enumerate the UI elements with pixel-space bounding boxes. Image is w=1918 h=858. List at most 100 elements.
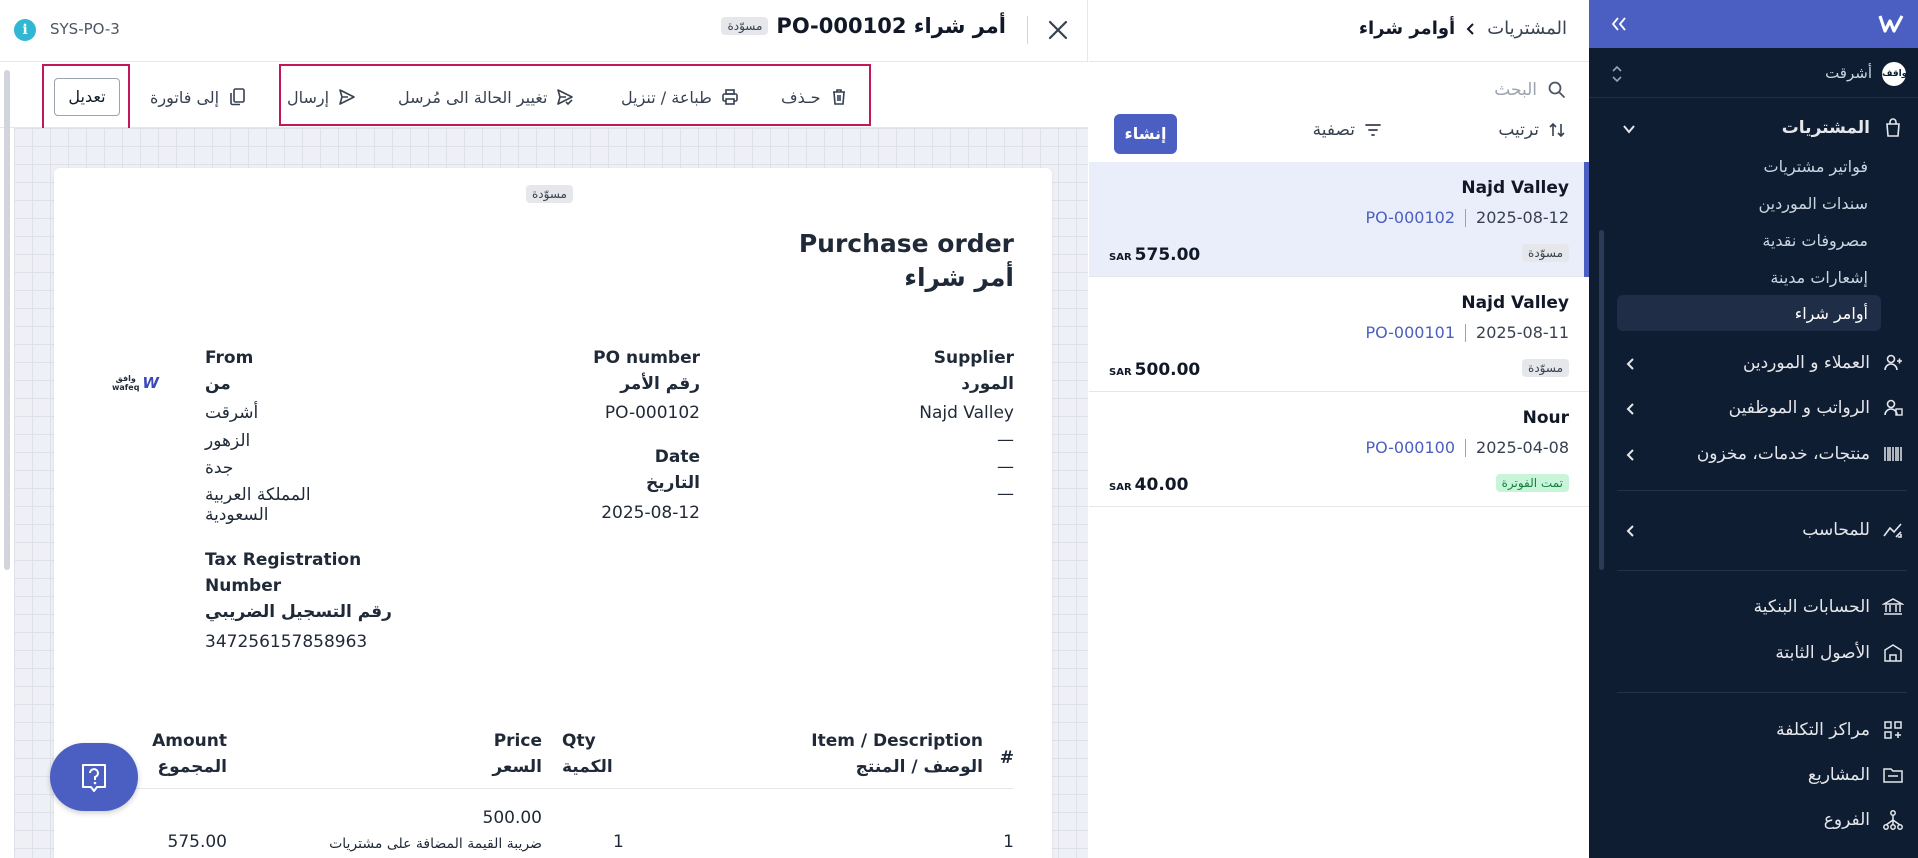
supplier-name: Najd Valley: [919, 403, 1014, 423]
sidebar-item-products[interactable]: منتجات، خدمات، مخزون: [1697, 443, 1904, 465]
list-item[interactable]: Nour 2025-04-08 PO-000100 SAR 40.00 تمت ا…: [1089, 392, 1589, 507]
list-item-meta: 2025-08-12 PO-000102: [1365, 208, 1569, 227]
chevron-down-icon[interactable]: [1622, 122, 1636, 136]
company-logo: وافق wafeq W: [112, 374, 159, 392]
folder-icon: [1883, 768, 1903, 783]
document-status-badge: مسوّدة: [526, 185, 573, 203]
hierarchy-icon: [1883, 810, 1903, 830]
breadcrumb-current: أوامر شراء: [1358, 18, 1456, 39]
filter-button[interactable]: تصفية: [1313, 120, 1383, 140]
organization-switcher[interactable]: واقف أشرقت: [1589, 48, 1918, 98]
sidebar-item-projects[interactable]: المشاريع: [1808, 764, 1904, 786]
sidebar-subitem-purchase-invoices[interactable]: فواتير مشتريات: [1764, 157, 1868, 176]
sidebar-item-accountants[interactable]: للمحاسب: [1802, 519, 1904, 541]
app-logo-icon[interactable]: [1878, 12, 1904, 36]
send-label: إرسال: [287, 87, 330, 107]
chevron-right-icon[interactable]: [1624, 357, 1638, 371]
list-item-amount: SAR 575.00: [1109, 245, 1201, 265]
filter-icon: [1365, 124, 1381, 136]
table-col-number: #: [999, 748, 1014, 768]
sidebar-divider: [1617, 490, 1907, 491]
change-status-button[interactable]: تغيير الحالة الى مُرسل: [398, 82, 575, 112]
from-label-ar: من: [205, 374, 231, 394]
list-item-date: 2025-08-11: [1476, 323, 1569, 342]
create-button[interactable]: إنشاء: [1114, 114, 1177, 154]
sidebar-item-payroll[interactable]: الرواتب و الموظفين: [1729, 397, 1904, 419]
users-icon: [1884, 354, 1902, 371]
sidebar-item-label: منتجات، خدمات، مخزون: [1696, 444, 1870, 464]
document-title-en: Purchase order: [798, 229, 1014, 258]
list-item-number: PO-000102: [1365, 208, 1456, 227]
sort-label: ترتيب: [1498, 120, 1539, 140]
sidebar-item-cost-centers[interactable]: مراكز التكلفة: [1776, 719, 1904, 741]
document-paper: [54, 168, 1052, 858]
search-bar: [1317, 80, 1567, 100]
from-country-line1: المملكة العربية: [205, 485, 311, 505]
sidebar-subitem-cash-expenses[interactable]: مصروفات نقدية: [1762, 231, 1868, 250]
breadcrumb-parent[interactable]: المشتريات: [1487, 18, 1567, 39]
from-label-en: From: [205, 348, 254, 368]
edit-button[interactable]: تعديل: [54, 78, 120, 116]
list-header: المشتريات أوامر شراء: [1089, 0, 1589, 62]
to-invoice-button[interactable]: إلى فاتورة: [150, 82, 247, 112]
sort-icon: [1549, 122, 1565, 138]
sidebar-item-bank-accounts[interactable]: الحسابات البنكية: [1754, 596, 1904, 618]
from-district: الزهور: [205, 431, 251, 451]
chevron-right-icon[interactable]: [1624, 524, 1638, 538]
help-button[interactable]: [50, 743, 138, 811]
sidebar-divider: [1617, 692, 1907, 693]
status-badge: مسوّدة: [721, 17, 769, 35]
po-number-value: PO-000102: [604, 403, 700, 423]
sidebar-subitem-purchase-orders[interactable]: أوامر شراء: [1795, 304, 1868, 323]
list-item-number: PO-000101: [1365, 323, 1456, 342]
list-item-amount: SAR 500.00: [1109, 360, 1201, 380]
grid-plus-icon: [1884, 721, 1902, 739]
list-item[interactable]: Najd Valley 2025-08-11 PO-000101 SAR 500.…: [1089, 277, 1589, 392]
close-icon[interactable]: [1044, 16, 1072, 44]
scrollbar[interactable]: [4, 70, 10, 570]
list-item-amount: SAR 40.00: [1109, 475, 1189, 495]
org-name: أشرقت: [1825, 64, 1872, 82]
table-row-tax-note: ضريبة القيمة المضافة على مشتريات: [329, 836, 542, 852]
document-title-ar: أمر شراء: [904, 263, 1014, 292]
search-input[interactable]: [1317, 80, 1537, 100]
send-button[interactable]: إرسال: [287, 82, 357, 112]
trash-icon: [832, 89, 845, 105]
system-id: SYS-PO-3: [50, 20, 120, 38]
sidebar-subitem-supplier-payments[interactable]: سندات الموردين: [1758, 194, 1868, 213]
tax-label-en: Number: [205, 576, 282, 596]
sidebar-item-label: مراكز التكلفة: [1776, 720, 1870, 740]
print-download-button[interactable]: طباعة / تنزيل: [621, 82, 740, 112]
sidebar-item-branches[interactable]: الفروع: [1824, 809, 1904, 831]
info-icon[interactable]: i: [14, 19, 36, 41]
purchase-orders-list-pane: المشتريات أوامر شراء ترتيب تصفية إنشاء N…: [1089, 0, 1589, 858]
printer-icon: [722, 89, 738, 105]
date-label-en: Date: [654, 447, 700, 467]
table-row-qty: 1: [613, 832, 624, 852]
breadcrumb: المشتريات أوامر شراء: [1359, 18, 1567, 39]
list-item-meta: 2025-08-11 PO-000101: [1365, 323, 1569, 342]
sidebar-scrollbar[interactable]: [1599, 230, 1604, 570]
list-item-name: Najd Valley: [1461, 293, 1569, 313]
sidebar-item-label: المشتريات: [1781, 118, 1870, 138]
date-value: 2025-08-12: [601, 503, 700, 523]
table-row-number: 1: [1003, 832, 1014, 852]
supplier-label-en: Supplier: [933, 348, 1014, 368]
list-item[interactable]: Najd Valley 2025-08-12 PO-000102 SAR 575.…: [1089, 162, 1589, 277]
logo-mark: W: [142, 374, 159, 392]
chevron-right-icon[interactable]: [1624, 448, 1638, 462]
employee-icon: [1884, 399, 1903, 416]
sidebar-item-label: الرواتب و الموظفين: [1728, 398, 1870, 418]
currency-label: SAR: [1109, 482, 1132, 493]
collapse-sidebar-icon[interactable]: [1609, 14, 1629, 34]
logo-text: وافق wafeq: [112, 374, 140, 392]
sidebar-subitem-debit-notes[interactable]: إشعارات مدينة: [1770, 268, 1868, 287]
chevron-right-icon[interactable]: [1624, 402, 1638, 416]
sidebar-item-fixed-assets[interactable]: الأصول الثابتة: [1775, 642, 1904, 664]
sort-button[interactable]: ترتيب: [1498, 120, 1567, 140]
sidebar-item-customers-suppliers[interactable]: العملاء و الموردين: [1743, 352, 1904, 374]
tax-label-ar: رقم التسجيل الضريبي: [205, 602, 392, 622]
delete-button[interactable]: حـذف: [781, 82, 849, 112]
table-row-price: 500.00: [482, 808, 542, 828]
sidebar-item-purchases[interactable]: المشتريات: [1782, 117, 1904, 139]
